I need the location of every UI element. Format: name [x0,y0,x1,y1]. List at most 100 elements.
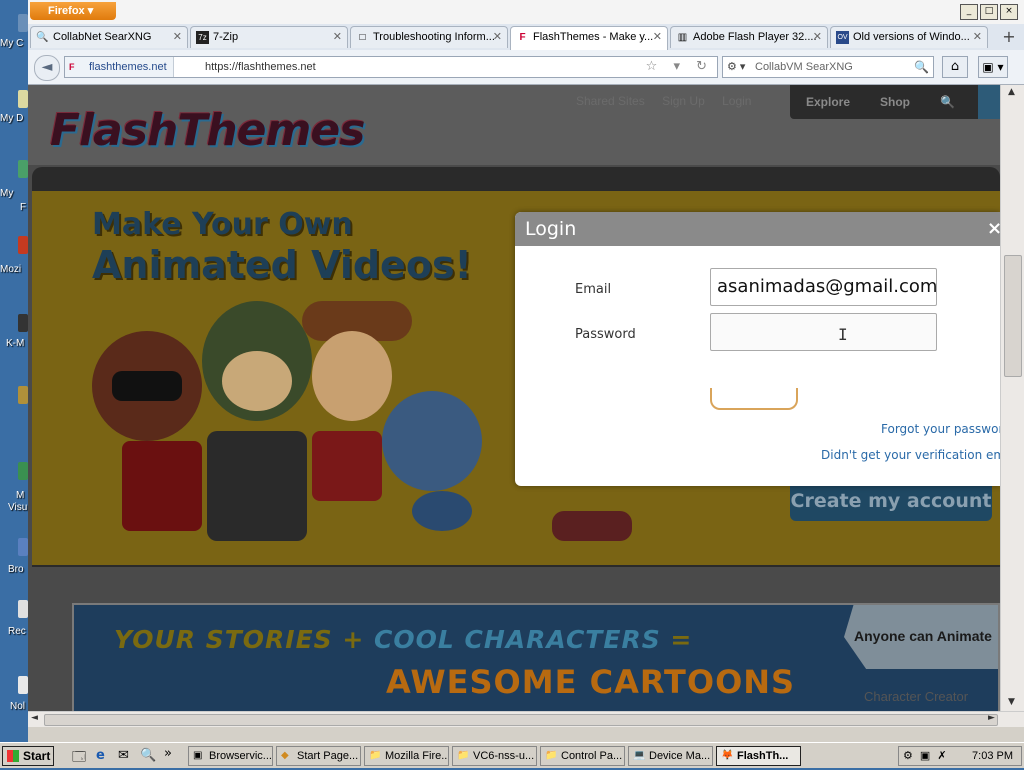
scroll-down-icon[interactable]: ▼ [1008,697,1015,707]
promo-part1: YOUR STORIES + [114,625,375,654]
promo-line2: AWESOME CARTOONS [386,663,796,701]
device-manager-icon: 💻 [633,750,646,761]
tab-collabnet-searxng[interactable]: 🔍 CollabNet SearXNG ✕ [30,26,188,48]
taskbar-item-label: VC6-nss-u... [473,750,535,762]
signup-link[interactable]: Sign Up [662,94,705,108]
anyone-can-animate-tab[interactable]: Anyone can Animate [844,605,998,669]
tray-icons[interactable]: ⚙ ▣ ✗ [903,747,949,765]
minimize-button[interactable]: _ [960,4,978,20]
url-text[interactable]: https://flashthemes.net [205,57,316,77]
character-illustration [207,431,307,541]
tab-troubleshooting[interactable]: □ Troubleshooting Inform... ✕ [350,26,508,48]
site-identity-button[interactable]: F flashthemes.net [65,57,174,77]
desktop-icon-label: M [16,490,25,501]
addon-icon: ▣ ▾ [982,60,1004,74]
promo-line1: YOUR STORIES + COOL CHARACTERS = [114,625,692,654]
taskbar-item-label: Mozilla Fire... [385,750,449,762]
taskbar-item[interactable]: 💻 Device Ma... [628,746,713,766]
maximize-button[interactable]: □ [980,4,998,20]
desktop-icon[interactable] [18,462,28,480]
taskbar-item-label: Start Page... [297,750,359,762]
tab-close-icon[interactable]: ✕ [493,27,502,47]
taskbar-item[interactable]: 📁 VC6-nss-u... [452,746,537,766]
search-icon: 🔍 [36,32,49,43]
addon-menu-button[interactable]: ▣ ▾ [978,56,1008,78]
tab-close-icon[interactable]: ✕ [653,27,662,47]
taskbar-item[interactable]: ▣ Browservic... [188,746,273,766]
create-account-button[interactable]: Create my account [790,481,992,521]
browser-window: Firefox ▾ _ □ × 🔍 CollabNet SearXNG ✕ 7z… [28,0,1024,742]
taskbar: Start 🗔 e ✉ 🔍 » ▣ Browservic... ◆ Start Pa… [0,742,1024,768]
login-button[interactable] [710,388,798,410]
desktop-icon-label: Visu [8,502,28,513]
back-button[interactable]: ◄ [34,55,60,81]
login-dialog: Login × Email asanimadas@gmail.com Passw… [515,212,1000,486]
quicklaunch-more-icon[interactable]: » [164,746,172,761]
forgot-password-link[interactable]: Forgot your password [881,422,1000,436]
search-icon[interactable]: 🔍 [914,57,929,77]
search-icon[interactable]: 🔍 [140,748,156,763]
search-engine-label: CollabVM SearXNG [755,61,853,73]
tab-label: CollabNet SearXNG [53,31,152,43]
explore-link[interactable]: Explore [806,95,850,109]
firefox-icon: 🦊 [721,750,734,761]
character-creator-tab[interactable]: Character Creator [864,689,968,704]
desktop-icon[interactable] [18,236,28,254]
verification-email-link[interactable]: Didn't get your verification email [821,448,1000,462]
tab-close-icon[interactable]: ✕ [813,27,822,47]
search-bar[interactable]: ⚙ ▾ CollabVM SearXNG 🔍 [722,56,934,78]
scroll-right-icon[interactable]: ► [988,713,995,723]
flashthemes-logo[interactable]: FlashThemes [50,105,365,156]
desktop-icon[interactable] [18,676,28,694]
desktop-icon[interactable] [18,538,28,556]
login-link[interactable]: Login [722,94,751,108]
taskbar-item[interactable]: ◆ Start Page... [276,746,361,766]
tab-label: FlashThemes - Make y... [533,31,654,43]
shop-link[interactable]: Shop [880,95,910,109]
horizontal-scroll-thumb[interactable] [44,714,998,726]
home-button[interactable]: ⌂ [942,56,968,78]
desktop-icon-label: My C [0,38,24,49]
email-field[interactable]: asanimadas@gmail.com [710,268,937,306]
tab-close-icon[interactable]: ✕ [333,27,342,47]
ie-icon[interactable]: e [96,748,105,763]
home-icon: ⌂ [950,59,960,74]
show-desktop-icon[interactable]: 🗔 [72,748,86,770]
mail-icon[interactable]: ✉ [118,748,129,763]
desktop-icon[interactable] [18,314,28,332]
clock[interactable]: 7:03 PM [972,747,1013,765]
desktop-icon[interactable] [18,600,28,618]
desktop-icon[interactable] [18,160,28,178]
promo-banner[interactable]: YOUR STORIES + COOL CHARACTERS = AWESOME… [72,603,1000,711]
url-bar[interactable]: F flashthemes.net https://flashthemes.ne… [64,56,718,78]
close-button[interactable]: × [1000,4,1018,20]
taskbar-item[interactable]: 📁 Mozilla Fire... [364,746,449,766]
desktop-icon[interactable] [18,386,28,404]
scroll-left-icon[interactable]: ◄ [31,713,38,723]
search-engine-icon[interactable]: ⚙ ▾ [727,57,745,77]
desktop-icon[interactable] [18,90,28,108]
password-field[interactable] [710,313,937,351]
tab-adobe-flash[interactable]: ▥ Adobe Flash Player 32.... ✕ [670,26,828,48]
scroll-up-icon[interactable]: ▲ [1008,87,1015,97]
tab-old-versions[interactable]: OV Old versions of Windo... ✕ [830,26,988,48]
vertical-scrollbar[interactable]: ▲ ▼ [1000,85,1024,711]
folder-icon: 📁 [369,750,382,761]
close-icon[interactable]: × [987,218,1000,239]
new-tab-button[interactable]: + [1000,28,1018,46]
start-button[interactable]: Start [2,746,54,766]
vertical-scroll-thumb[interactable] [1004,255,1022,377]
desktop-icon[interactable] [18,14,28,32]
horizontal-scrollbar[interactable]: ◄ ► [28,711,1024,727]
tab-close-icon[interactable]: ✕ [973,27,982,47]
taskbar-item[interactable]: 📁 Control Pa... [540,746,625,766]
tab-flashthemes[interactable]: F FlashThemes - Make y... ✕ [510,26,668,50]
firefox-menu-button[interactable]: Firefox ▾ [30,2,116,20]
url-bar-icons[interactable]: ☆ ▾ ↻ [646,57,713,77]
tab-close-icon[interactable]: ✕ [173,27,182,47]
search-icon[interactable]: 🔍 [940,95,955,109]
tab-7zip[interactable]: 7z 7-Zip ✕ [190,26,348,48]
title-bar: Firefox ▾ _ □ × [28,0,1024,25]
shared-sites-link[interactable]: Shared Sites [576,94,645,108]
taskbar-item-active[interactable]: 🦊 FlashTh... [716,746,801,766]
